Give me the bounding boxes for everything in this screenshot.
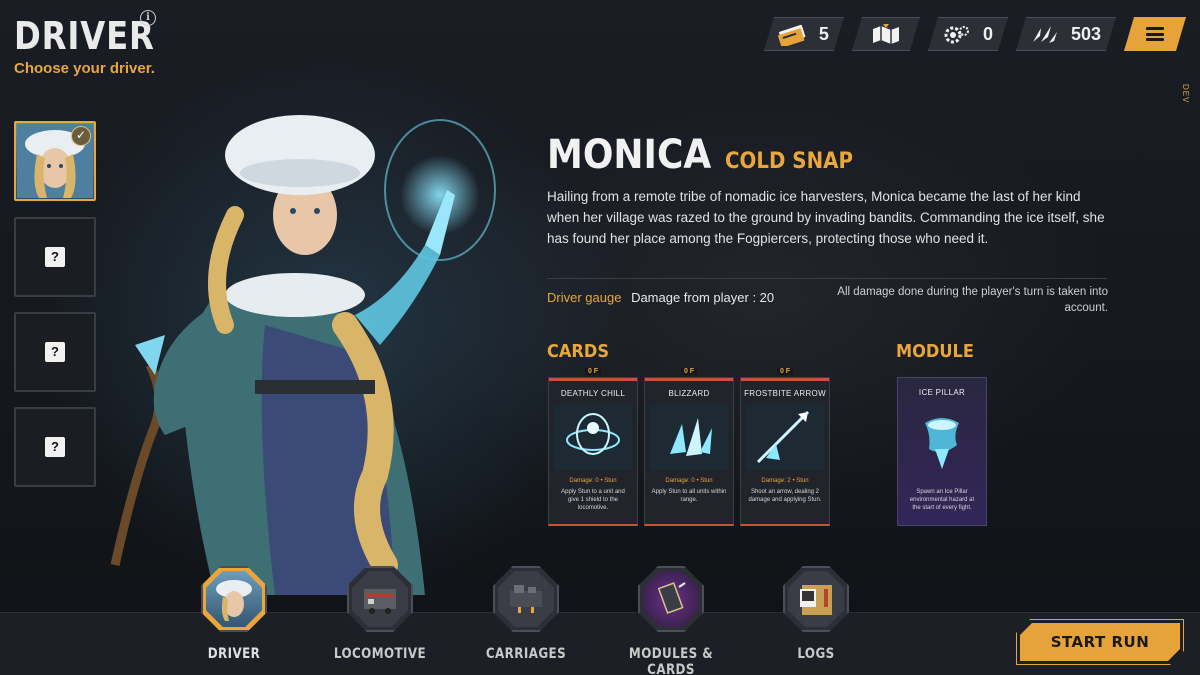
card-cost: 0 F	[680, 368, 698, 375]
blizzard-icon	[650, 404, 728, 470]
map-button[interactable]	[852, 17, 920, 51]
driver-slot-locked[interactable]: ?	[14, 312, 96, 392]
driver-slot-locked[interactable]: ?	[14, 407, 96, 487]
card-name: FROSTBITE ARROW	[744, 389, 826, 398]
driver-portrait-icon	[206, 571, 262, 627]
shards-counter: 503	[1016, 17, 1116, 51]
driver-slot-monica[interactable]: ✓	[14, 121, 96, 201]
carriage-icon	[498, 571, 554, 627]
card-name: BLIZZARD	[668, 389, 710, 398]
nav-label: LOGS	[797, 646, 835, 662]
driver-heading: MONICA COLD SNAP	[547, 132, 868, 178]
nav-label: DRIVER	[207, 646, 261, 662]
menu-icon	[1146, 27, 1164, 41]
locomotive-icon	[352, 571, 408, 627]
info-icon[interactable]: i	[140, 10, 156, 26]
header: DRIVER Choose your driver.	[14, 14, 180, 77]
gears-value: 0	[982, 23, 993, 44]
start-run-button[interactable]: START RUN	[1020, 623, 1180, 661]
driver-slot-locked[interactable]: ?	[14, 217, 96, 297]
gauge-label: Driver gauge	[547, 290, 622, 305]
shard-icon	[1027, 22, 1061, 46]
nav-label: CARRIAGES	[485, 646, 567, 662]
locked-question-icon: ?	[45, 247, 65, 267]
module-card-icon	[643, 571, 699, 627]
nav-driver[interactable]: DRIVER	[161, 566, 307, 662]
nav-label: LOCOMOTIVE	[333, 646, 427, 662]
menu-button[interactable]	[1124, 17, 1186, 51]
gauge-note: All damage done during the player's turn…	[837, 286, 1108, 314]
nav-driver-frame	[201, 566, 267, 632]
driver-epithet: COLD SNAP	[725, 149, 854, 174]
locked-question-icon: ?	[45, 342, 65, 362]
map-icon	[869, 22, 903, 46]
page-subtitle: Choose your driver.	[14, 60, 155, 77]
deathly-chill-icon	[554, 404, 632, 470]
card-blizzard[interactable]: 0 F BLIZZARD Damage: 0 • Stun Apply Stun…	[644, 368, 734, 526]
shards-value: 503	[1070, 23, 1101, 44]
ice-pillar-icon	[925, 418, 959, 469]
tickets-value: 5	[818, 23, 829, 44]
card-desc: Apply Stun to a unit and give 1 shield t…	[561, 489, 625, 511]
card-desc: Shoot an arrow, dealing 2 damage and app…	[748, 489, 822, 503]
gauge-value: Damage from player : 20	[631, 290, 775, 305]
nav-modules-cards[interactable]: MODULES & CARDS	[598, 566, 744, 675]
nav-carriages-frame	[493, 566, 559, 632]
nav-logs[interactable]: LOGS	[743, 566, 889, 662]
card-cost: 0 F	[584, 368, 602, 375]
nav-locomotive[interactable]: LOCOMOTIVE	[307, 566, 453, 662]
tickets-counter: 5	[764, 17, 844, 51]
card-frostbite-arrow[interactable]: 0 F FROSTBITE ARROW Damage: 2 • Stun Sho…	[740, 368, 830, 526]
dev-label: DEV	[1181, 84, 1190, 104]
driver-gauge: Driver gauge Damage from player : 20	[547, 290, 774, 305]
card-name: DEATHLY CHILL	[560, 389, 626, 398]
cards-heading: CARDS	[547, 341, 610, 362]
driver-bio: Hailing from a remote tribe of nomadic i…	[547, 189, 1105, 246]
selected-check-icon: ✓	[71, 126, 91, 146]
divider	[547, 278, 1107, 279]
module-name: ICE PILLAR	[918, 388, 966, 397]
gears-counter: 0	[928, 17, 1008, 51]
nav-locomotive-frame	[347, 566, 413, 632]
driver-name: MONICA	[547, 132, 712, 178]
nav-logs-frame	[783, 566, 849, 632]
page-title: DRIVER	[14, 14, 155, 58]
ticket-icon	[775, 22, 809, 46]
nav-label: MODULES & CARDS	[628, 646, 714, 675]
module-ice-pillar[interactable]: ICE PILLAR Spawn an Ice Pillar environme…	[897, 377, 987, 526]
card-cost: 0 F	[776, 368, 794, 375]
gear-icon	[939, 22, 973, 46]
nav-carriages[interactable]: CARRIAGES	[453, 566, 599, 662]
module-desc: Spawn an Ice Pillar environmental hazard…	[909, 489, 975, 511]
card-desc: Apply Stun to all units within range.	[651, 489, 727, 503]
nav-modules-frame	[638, 566, 704, 632]
resource-bar: 5 0 503	[764, 17, 1186, 51]
frostbite-arrow-icon	[746, 404, 824, 470]
module-heading: MODULE	[896, 341, 974, 362]
logs-folder-icon	[788, 571, 844, 627]
locked-question-icon: ?	[45, 437, 65, 457]
card-deathly-chill[interactable]: 0 F DEATHLY CHILL Damage: 0 • Stun Apply…	[548, 368, 638, 526]
driver-illustration	[110, 115, 496, 595]
